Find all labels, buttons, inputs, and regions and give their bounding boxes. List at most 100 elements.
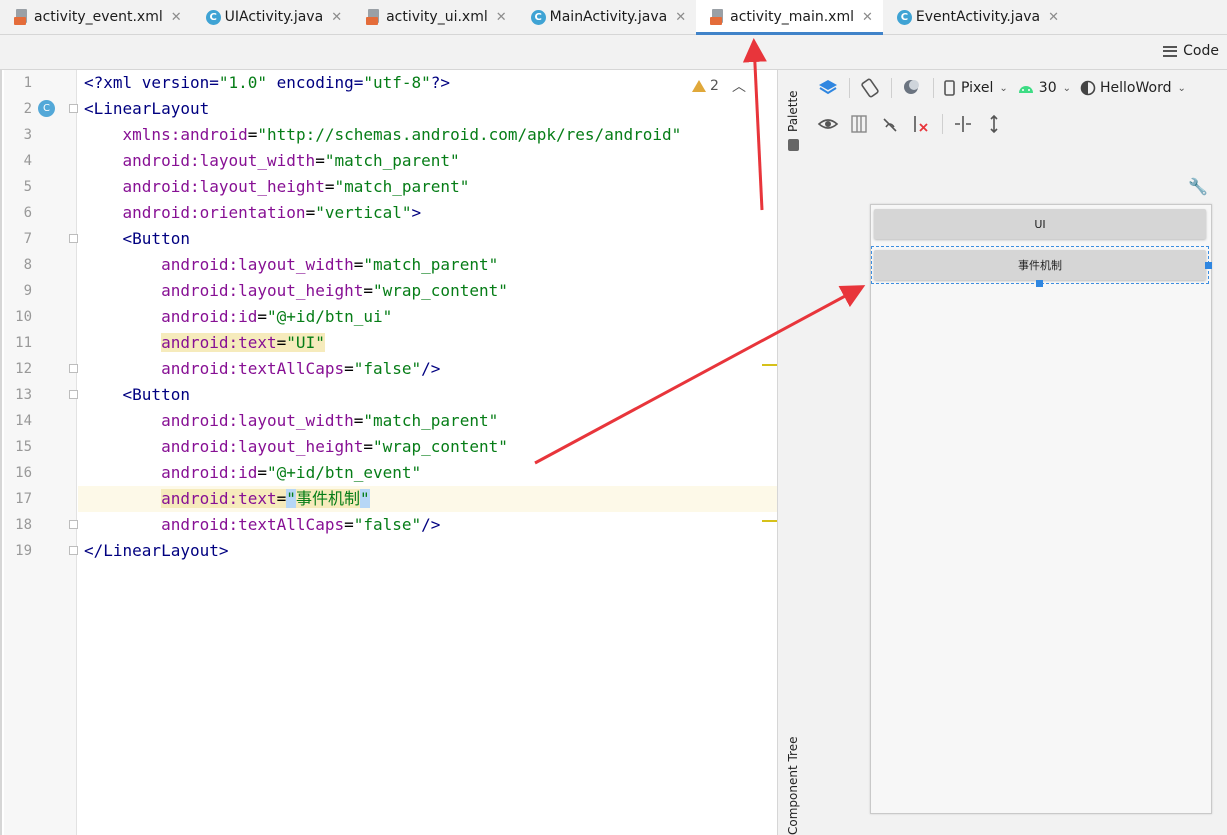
tab-activity-main-xml[interactable]: activity_main.xml ✕	[696, 0, 883, 35]
toolbar-separator	[942, 114, 943, 134]
wrench-icon[interactable]: 🔧	[1188, 177, 1208, 196]
warning-stripe-marker[interactable]	[762, 364, 778, 366]
code-view-icon	[1163, 45, 1178, 57]
device-preview[interactable]: UI 事件机制	[870, 204, 1212, 814]
chevron-down-icon[interactable]: ⌄	[999, 83, 1007, 94]
java-class-icon: C	[530, 9, 546, 25]
line-number: 12	[15, 361, 32, 377]
theme-selector[interactable]: HelloWord	[1100, 80, 1171, 96]
line-number: 17	[15, 491, 32, 507]
activity-class-icon[interactable]: C	[38, 100, 55, 117]
line-number: 19	[15, 543, 32, 559]
code-line: 16 android:id="@+id/btn_event"	[2, 460, 778, 486]
warning-count: 2	[710, 78, 719, 94]
code-line: 5 android:layout_height="match_parent"	[2, 174, 778, 200]
pack-horizontal-icon[interactable]	[952, 113, 974, 135]
layers-icon[interactable]	[817, 77, 839, 99]
code-text: android:layout_width="match_parent"	[122, 151, 460, 170]
autoconnect-off-icon[interactable]	[879, 113, 901, 135]
code-text: <Button	[122, 229, 190, 248]
code-line: 4 android:layout_width="match_parent"	[2, 148, 778, 174]
code-text: android:layout_height="match_parent"	[122, 177, 470, 196]
view-options-icon[interactable]	[817, 113, 839, 135]
preview-button-ui[interactable]: UI	[874, 209, 1206, 239]
resize-handle[interactable]	[1205, 262, 1212, 269]
code-line: 11 android:text="UI"	[2, 330, 778, 356]
line-number: 11	[15, 335, 32, 351]
code-line: 19 </LinearLayout>	[2, 538, 778, 564]
code-line: 18 android:textAllCaps="false"/>	[2, 512, 778, 538]
toolbar-separator	[849, 78, 850, 98]
close-icon[interactable]: ✕	[331, 10, 342, 25]
close-icon[interactable]: ✕	[171, 10, 182, 25]
api-level-selector[interactable]: 30	[1039, 80, 1057, 96]
toolbar-separator	[891, 78, 892, 98]
close-icon[interactable]: ✕	[675, 10, 686, 25]
fold-marker[interactable]	[69, 104, 78, 113]
fold-marker[interactable]	[69, 234, 78, 243]
resize-handle[interactable]	[1036, 280, 1043, 287]
code-line: 7 <Button	[2, 226, 778, 252]
fold-marker[interactable]	[69, 546, 78, 555]
line-number: 16	[15, 465, 32, 481]
close-icon[interactable]: ✕	[862, 10, 873, 25]
line-number: 6	[23, 205, 32, 221]
line-number: 7	[23, 231, 32, 247]
blueprint-icon[interactable]	[848, 113, 870, 135]
code-line-current: 17 android:text="事件机制"	[2, 486, 778, 512]
clear-constraints-icon[interactable]	[910, 113, 932, 135]
chevron-down-icon[interactable]: ⌄	[1177, 83, 1185, 94]
tab-uiactivity-java[interactable]: C UIActivity.java ✕	[192, 0, 352, 34]
code-text: android:textAllCaps="false"/>	[161, 515, 441, 534]
line-number: 8	[23, 257, 32, 273]
orientation-icon[interactable]	[859, 77, 881, 99]
tab-activity-event-xml[interactable]: activity_event.xml ✕	[0, 0, 192, 34]
warning-stripe-marker[interactable]	[762, 520, 778, 522]
code-text: <Button	[122, 385, 190, 404]
side-tool-strip: Palette Component Tree	[777, 70, 809, 835]
previous-highlight-button[interactable]: ︿	[732, 76, 746, 96]
pack-vertical-icon[interactable]	[983, 113, 1005, 135]
component-tree-tab[interactable]: Component Tree	[786, 737, 800, 835]
tab-mainactivity-java[interactable]: C MainActivity.java ✕	[517, 0, 696, 34]
editor-mode-toolbar: Code	[0, 35, 1227, 70]
fold-marker[interactable]	[69, 390, 78, 399]
code-text: android:text="事件机制"	[161, 489, 370, 508]
line-number: 10	[15, 309, 32, 325]
close-icon[interactable]: ✕	[1048, 10, 1059, 25]
inspection-warnings[interactable]: 2	[692, 78, 719, 94]
android-icon[interactable]	[1017, 77, 1035, 99]
line-number: 2	[23, 101, 32, 117]
device-icon[interactable]	[943, 77, 957, 99]
code-text: android:layout_height="wrap_content"	[161, 281, 508, 300]
chevron-down-icon[interactable]: ⌄	[1063, 83, 1071, 94]
palette-icon[interactable]	[786, 138, 802, 152]
code-line: 13 <Button	[2, 382, 778, 408]
java-class-icon: C	[205, 9, 221, 25]
line-number: 4	[23, 153, 32, 169]
code-text: </LinearLayout>	[84, 541, 229, 560]
fold-marker[interactable]	[69, 520, 78, 529]
code-text: android:textAllCaps="false"/>	[161, 359, 441, 378]
tab-label: activity_event.xml	[34, 9, 163, 25]
night-mode-icon[interactable]	[901, 77, 923, 99]
code-view-label: Code	[1183, 43, 1219, 59]
code-text: <?xml version="1.0" encoding="utf-8"?>	[84, 73, 451, 92]
tab-activity-ui-xml[interactable]: activity_ui.xml ✕	[352, 0, 517, 34]
theme-icon[interactable]	[1080, 77, 1096, 99]
code-view-button[interactable]: Code	[1163, 43, 1219, 59]
code-line: 10 android:id="@+id/btn_ui"	[2, 304, 778, 330]
tab-label: UIActivity.java	[224, 9, 324, 25]
code-text: android:id="@+id/btn_ui"	[161, 307, 393, 326]
code-line: 15 android:layout_height="wrap_content"	[2, 434, 778, 460]
code-line: 9 android:layout_height="wrap_content"	[2, 278, 778, 304]
code-editor[interactable]: 1 <?xml version="1.0" encoding="utf-8"?>…	[0, 70, 778, 835]
close-icon[interactable]: ✕	[496, 10, 507, 25]
palette-tab[interactable]: Palette	[786, 90, 800, 132]
tab-eventactivity-java[interactable]: C EventActivity.java ✕	[883, 0, 1069, 34]
code-text: android:layout_height="wrap_content"	[161, 437, 508, 456]
layout-design-panel: Pixel ⌄ 30 ⌄ HelloWord ⌄ �	[808, 70, 1227, 835]
fold-marker[interactable]	[69, 364, 78, 373]
device-selector[interactable]: Pixel	[961, 80, 993, 96]
xml-file-icon	[14, 9, 30, 25]
